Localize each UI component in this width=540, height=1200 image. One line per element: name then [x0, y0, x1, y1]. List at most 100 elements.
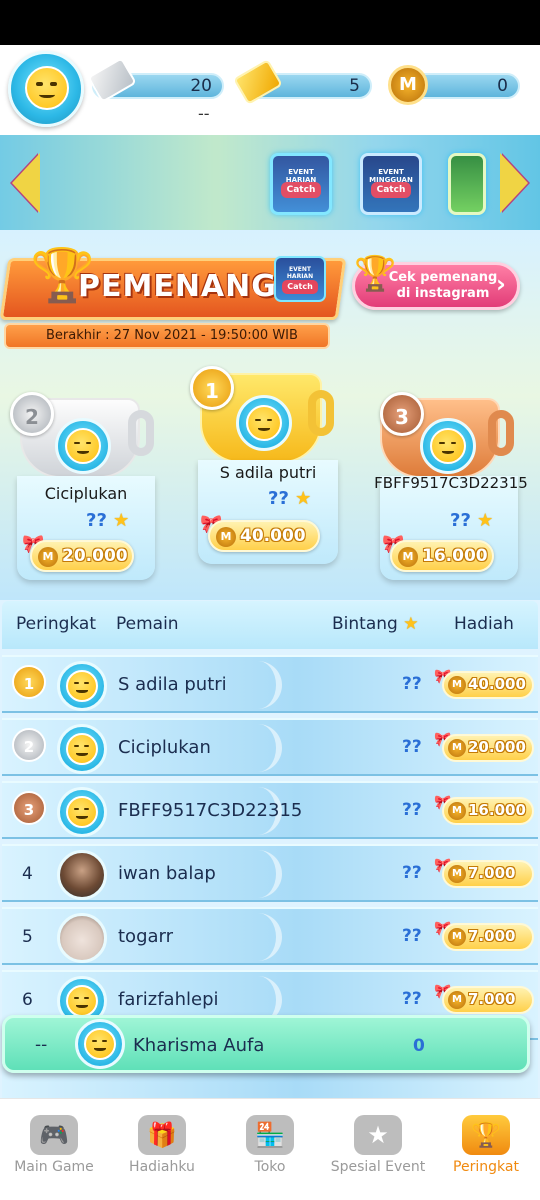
player-stars: ?? — [402, 863, 422, 883]
gift-icon: 🎁 — [138, 1115, 186, 1155]
player-stars: ?? — [402, 926, 422, 946]
silver-ticket-sub: -- — [198, 104, 210, 123]
star-icon: ★ — [106, 510, 130, 531]
instagram-button-label: Cek pemenang di instagram — [388, 270, 498, 301]
podium-third-stars: ?? ★ — [450, 510, 493, 531]
star-icon: ★ — [397, 614, 419, 634]
table-row[interactable]: 3 FBFF9517C3D22315 ?? 🎀 M 16.000 — [2, 781, 538, 839]
player-name: iwan balap — [118, 863, 216, 884]
badge-catch: Catch — [282, 280, 318, 294]
my-stars: 0 — [413, 1036, 425, 1056]
podium-first-name: S adila putri — [219, 463, 317, 482]
podium-third-prize: M 16.000 — [390, 540, 494, 572]
event-harian-tile[interactable]: EVENT HARIAN Catch — [270, 153, 332, 215]
smiley-face-icon — [66, 985, 98, 1017]
player-prize-value: 16.000 — [468, 801, 526, 819]
event-icon: ★ — [354, 1115, 402, 1155]
podium-third-prize-value: 16.000 — [422, 546, 488, 566]
event-mingguan-tile[interactable]: EVENT MINGGUAN Catch — [360, 153, 422, 215]
star-icon: ★ — [288, 488, 312, 509]
player-name: S adila putri — [118, 674, 227, 695]
silver-medal-icon: 2 — [10, 392, 54, 436]
my-rank: -- — [35, 1035, 48, 1055]
nav-label: Toko — [254, 1159, 286, 1175]
winner-title: PEMENANG — [78, 269, 277, 304]
coin-icon: M — [38, 547, 58, 567]
podium-second-prize: M 20.000 — [30, 540, 134, 572]
badge-title: EVENT HARIAN — [286, 266, 314, 280]
coin-icon: M — [448, 739, 466, 757]
player-prize: M 40.000 — [442, 671, 534, 699]
nav-hadiahku[interactable]: 🎁 Hadiahku — [108, 1099, 216, 1200]
podium-second-stars-value: ?? — [86, 510, 107, 531]
nav-label: Hadiahku — [129, 1159, 195, 1175]
player-rank: 6 — [22, 990, 33, 1010]
star-icon: ★ — [470, 510, 494, 531]
header-player: Pemain — [116, 614, 179, 634]
coin-value: 0 — [497, 76, 508, 96]
player-prize: M 16.000 — [442, 797, 534, 825]
shop-icon: 🏪 — [246, 1115, 294, 1155]
smiley-face-icon — [246, 405, 282, 441]
smiley-face-icon — [66, 733, 98, 765]
header-rank: Peringkat — [16, 614, 97, 634]
player-rank: 4 — [22, 864, 33, 884]
coin-icon: M — [216, 527, 236, 547]
my-name: Kharisma Aufa — [133, 1035, 265, 1056]
event-partial-tile[interactable] — [448, 153, 486, 215]
header-prize: Hadiah — [454, 614, 514, 634]
player-prize-value: 7.000 — [468, 927, 516, 945]
cup-handle — [488, 410, 514, 456]
podium-second-stars: ?? ★ — [86, 510, 129, 531]
player-avatar — [57, 787, 107, 837]
smiley-face-icon — [66, 796, 98, 828]
player-avatar — [57, 724, 107, 774]
header-stars: Bintang ★ — [332, 614, 418, 634]
bronze-medal-icon: 3 — [12, 791, 46, 825]
cup-handle — [128, 410, 154, 456]
player-rank: 5 — [22, 927, 33, 947]
smiley-face-icon — [65, 428, 101, 464]
event-carousel: EVENT HARIAN Catch EVENT MINGGUAN Catch — [0, 135, 540, 230]
podium-third-name: FBFF9517C3D22315 — [374, 474, 528, 492]
player-stars: ?? — [402, 800, 422, 820]
smiley-face-icon — [66, 670, 98, 702]
table-row[interactable]: 5 togarr ?? 🎀 M 7.000 — [2, 907, 538, 965]
nav-label: Peringkat — [453, 1159, 519, 1175]
gold-medal-icon: 1 — [190, 366, 234, 410]
carousel-prev-arrow-icon[interactable] — [12, 153, 40, 213]
coin-icon: M — [448, 991, 466, 1009]
table-row[interactable]: 2 Ciciplukan ?? 🎀 M 20.000 — [2, 718, 538, 776]
podium-second-name: Ciciplukan — [44, 484, 128, 503]
player-stars: ?? — [402, 737, 422, 757]
coin-icon: M — [448, 802, 466, 820]
header-stars-label: Bintang — [332, 614, 398, 634]
coin-icon: M — [448, 676, 466, 694]
smiley-face-icon — [430, 428, 466, 464]
nav-main-game[interactable]: 🎮 Main Game — [0, 1099, 108, 1200]
smiley-face-icon — [25, 66, 69, 110]
player-stars: ?? — [402, 989, 422, 1009]
table-row[interactable]: 4 iwan balap ?? 🎀 M 7.000 — [2, 844, 538, 902]
nav-spesial-event[interactable]: ★ Spesial Event — [324, 1099, 432, 1200]
table-row[interactable]: 1 S adila putri ?? 🎀 M 40.000 — [2, 655, 538, 713]
my-rank-row[interactable]: -- Kharisma Aufa 0 — [2, 1015, 530, 1073]
player-stars: ?? — [402, 674, 422, 694]
nav-peringkat[interactable]: 🏆 Peringkat — [432, 1099, 540, 1200]
player-prize: M 7.000 — [442, 923, 534, 951]
carousel-next-arrow-icon[interactable] — [500, 153, 528, 213]
cup-handle — [308, 390, 334, 436]
deadline-text: Berakhir : 27 Nov 2021 - 19:50:00 WIB — [46, 328, 298, 343]
player-prize: M 20.000 — [442, 734, 534, 762]
podium-second-avatar — [55, 418, 111, 474]
podium-first-prize: M 40.000 — [208, 520, 320, 552]
profile-avatar[interactable] — [8, 51, 84, 127]
nav-label: Spesial Event — [330, 1159, 426, 1175]
nav-toko[interactable]: 🏪 Toko — [216, 1099, 324, 1200]
podium-second-prize-value: 20.000 — [62, 546, 128, 566]
bronze-medal-icon: 3 — [380, 392, 424, 436]
player-prize-value: 7.000 — [468, 990, 516, 1008]
podium-first-stars: ?? ★ — [268, 488, 311, 509]
silver-medal-icon: 2 — [12, 728, 46, 762]
player-avatar — [57, 913, 107, 963]
